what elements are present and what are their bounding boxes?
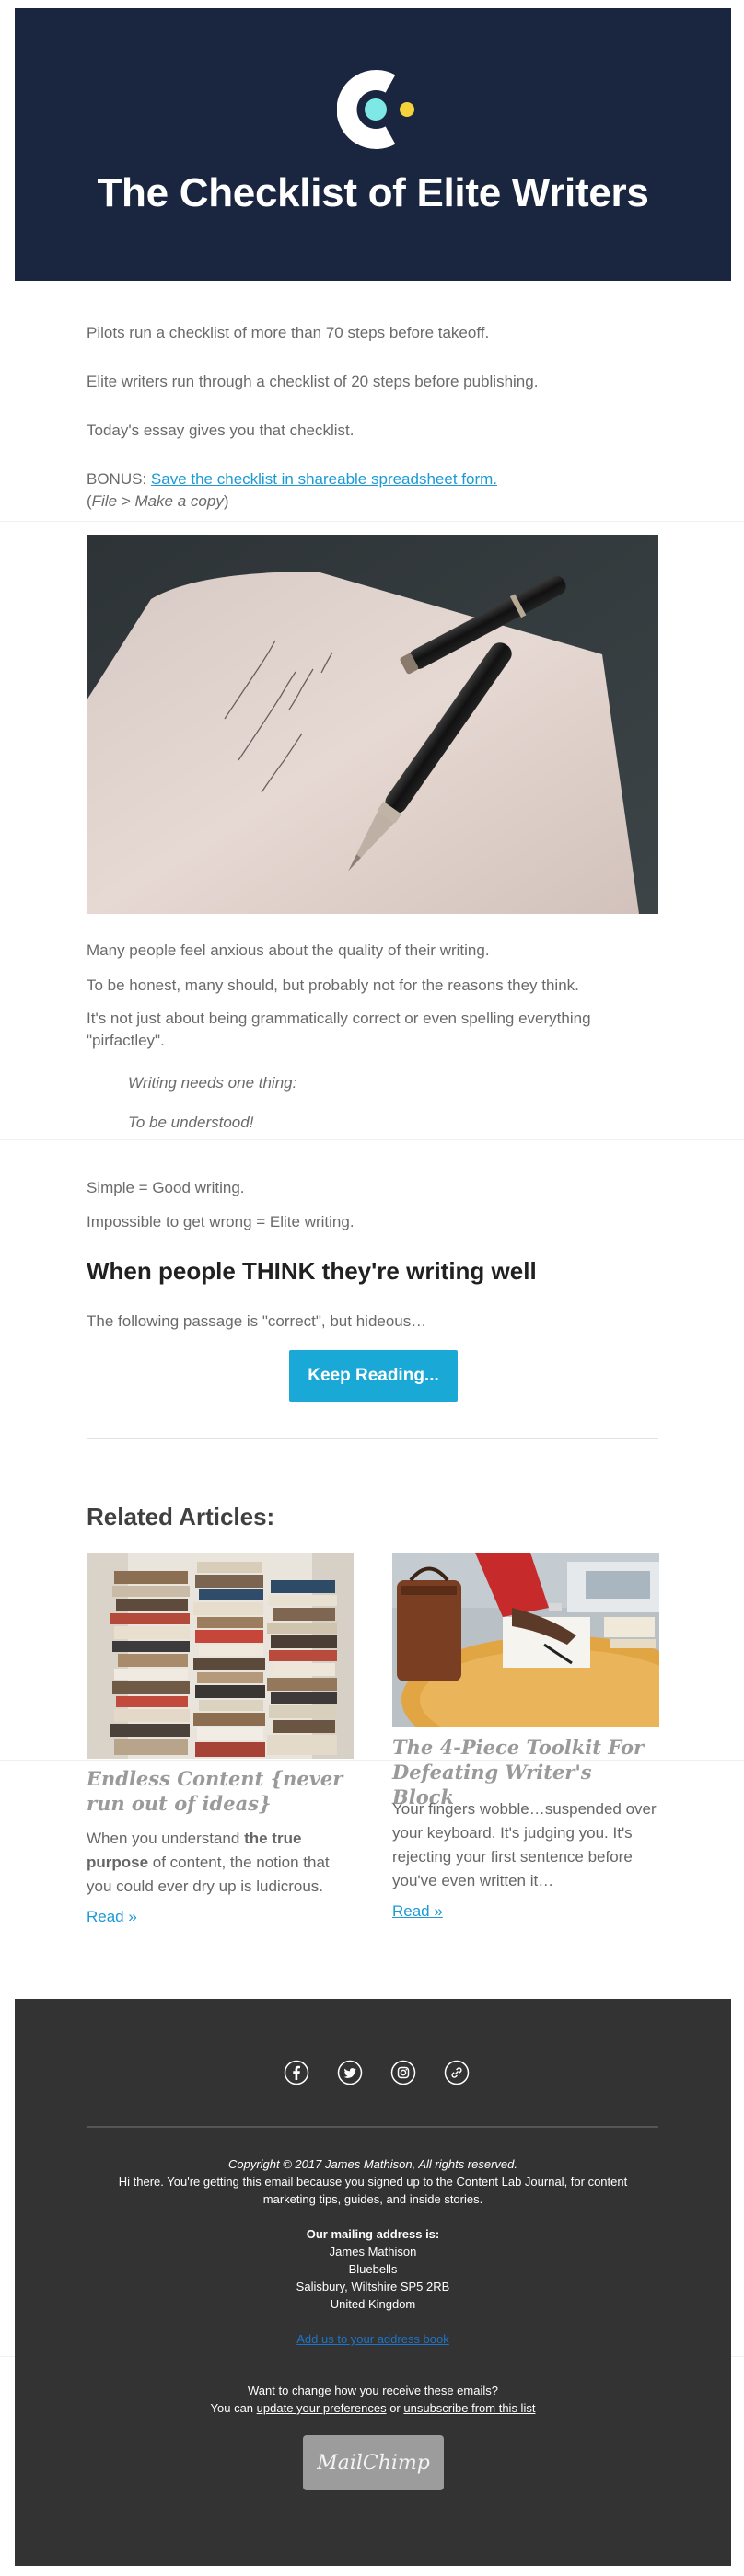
update-preferences-link[interactable]: update your preferences	[257, 2401, 387, 2415]
body-paragraph: Simple = Good writing.	[87, 1179, 245, 1196]
email-footer: Copyright © 2017 James Mathison, All rig…	[15, 1999, 731, 2566]
bonus-prefix: BONUS:	[87, 470, 151, 488]
body-paragraph: Impossible to get wrong = Elite writing.	[87, 1213, 355, 1230]
desc-text: When you understand	[87, 1830, 245, 1847]
section-heading: When people THINK they're writing well	[87, 1257, 537, 1285]
preferences-text: You can	[210, 2401, 257, 2415]
spreadsheet-link[interactable]: Save the checklist in shareable spreadsh…	[151, 470, 497, 488]
content-lab-logo-icon	[337, 70, 414, 149]
twitter-icon[interactable]	[337, 2060, 363, 2085]
mailing-address-label: Our mailing address is:	[306, 2227, 440, 2241]
address-line: United Kingdom	[330, 2297, 416, 2311]
address-book-line: Add us to your address book	[15, 2330, 731, 2348]
article-thumbnail-books[interactable]	[87, 1553, 354, 1759]
add-to-address-book-link[interactable]: Add us to your address book	[296, 2332, 449, 2346]
body-paragraph: Many people feel anxious about the quali…	[87, 941, 490, 959]
email-title: The Checklist of Elite Writers	[97, 170, 649, 215]
address-line: James Mathison	[329, 2245, 417, 2258]
article-thumbnail-desk[interactable]	[392, 1553, 659, 1727]
section-separator	[0, 521, 744, 522]
mailchimp-badge[interactable]: MailChimp	[303, 2435, 444, 2490]
copyright-text: Copyright © 2017 James Mathison, All rig…	[227, 2157, 517, 2171]
intro-paragraph: Elite writers run through a checklist of…	[87, 373, 539, 390]
related-articles-title: Related Articles:	[87, 1503, 275, 1531]
preferences-text: or	[386, 2401, 404, 2415]
preferences-line: You can update your preferences or unsub…	[15, 2399, 731, 2417]
copy-instruction: (File > Make a copy)	[87, 491, 229, 513]
read-more-link[interactable]: Read »	[392, 1902, 443, 1921]
quote-line: Writing needs one thing:	[128, 1074, 297, 1092]
body-paragraph: To be honest, many should, but probably …	[87, 976, 579, 994]
unsubscribe-link[interactable]: unsubscribe from this list	[403, 2401, 535, 2415]
address-line: Salisbury, Wiltshire SP5 2RB	[296, 2280, 450, 2293]
body-paragraph: The following passage is "correct", but …	[87, 1312, 427, 1330]
bonus-line: BONUS: Save the checklist in shareable s…	[87, 468, 497, 491]
paren-close: )	[223, 492, 229, 510]
intro-paragraph: Pilots run a checklist of more than 70 s…	[87, 324, 490, 341]
keep-reading-button[interactable]: Keep Reading...	[289, 1350, 458, 1402]
subscription-reason: Hi there. You're getting this email beca…	[118, 2175, 628, 2206]
section-separator	[0, 1139, 744, 1140]
website-link-icon[interactable]	[444, 2060, 470, 2085]
intro-paragraph: Today's essay gives you that checklist.	[87, 422, 355, 439]
content-divider	[87, 1438, 658, 1439]
article-description: When you understand the true purpose of …	[87, 1827, 354, 1899]
read-more-link[interactable]: Read »	[87, 1908, 137, 1926]
instagram-icon[interactable]	[390, 2060, 416, 2085]
facebook-icon[interactable]	[284, 2060, 309, 2085]
article-title-link[interactable]: Endless Content {never run out of ideas}	[87, 1766, 354, 1816]
quote-line: To be understood!	[128, 1114, 254, 1131]
footer-divider	[87, 2126, 658, 2128]
change-preferences-question: Want to change how you receive these ema…	[248, 2384, 498, 2397]
hero-image	[87, 535, 658, 914]
article-description: Your fingers wobble…suspended over your …	[392, 1800, 657, 1889]
body-paragraph: It's not just about being grammatically …	[87, 1010, 591, 1049]
email-header: The Checklist of Elite Writers	[15, 8, 731, 281]
copy-instruction-italic: File > Make a copy	[91, 492, 224, 510]
address-line: Bluebells	[348, 2262, 398, 2276]
